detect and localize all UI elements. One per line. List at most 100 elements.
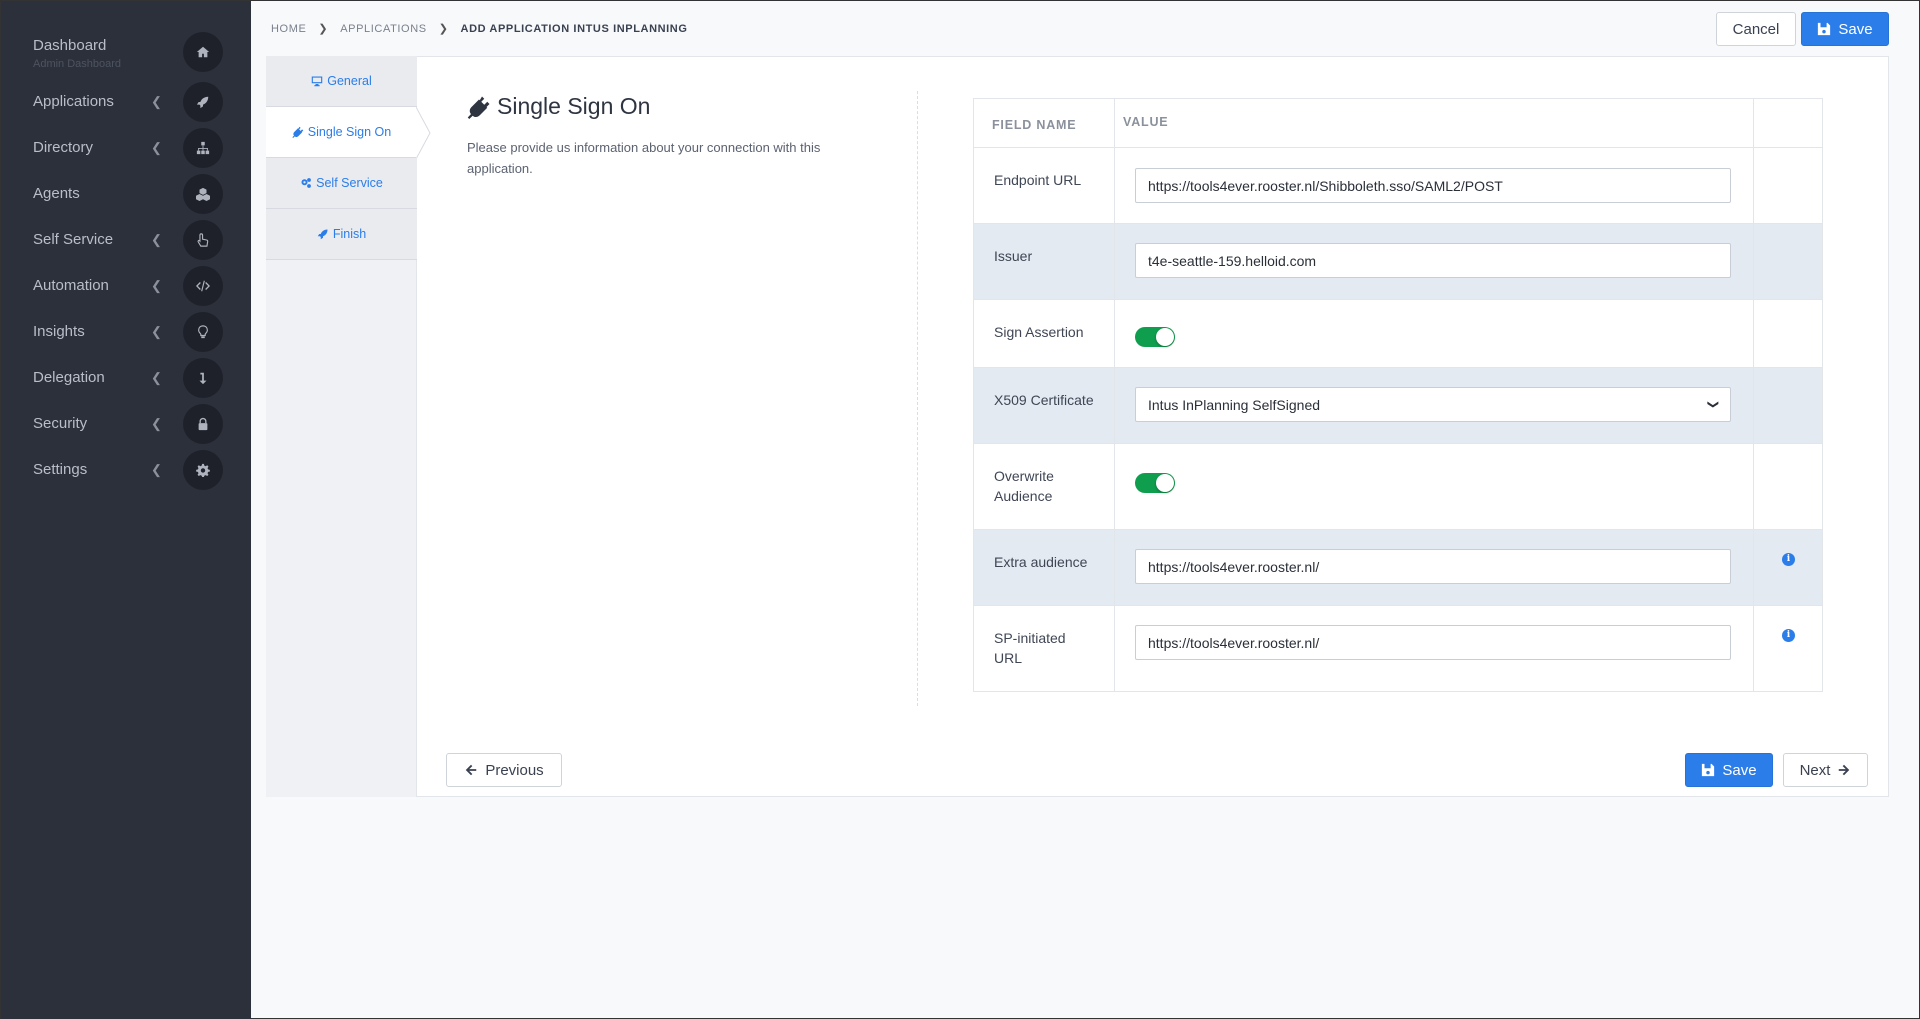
hand-pointer-icon [183, 220, 223, 260]
chevron-left-icon: ❮ [151, 370, 162, 385]
column-header-value: VALUE [1123, 115, 1169, 129]
info-icon[interactable]: i [1782, 629, 1795, 642]
table-row-x509-certificate: X509 Certificate Intus InPlanning SelfSi… [974, 367, 1822, 443]
overwrite-audience-toggle[interactable] [1135, 473, 1175, 493]
section-title: Single Sign On [467, 93, 650, 120]
x509-selected-value: Intus InPlanning SelfSigned [1148, 396, 1321, 413]
sidebar-item-directory[interactable]: Directory ❮ [1, 125, 251, 171]
sitemap-icon [183, 128, 223, 168]
breadcrumb: HOME ❯ APPLICATIONS ❯ ADD APPLICATION IN… [271, 22, 688, 36]
header-cell-extra [1754, 99, 1824, 147]
x509-certificate-select[interactable]: Intus InPlanning SelfSigned ❯ [1135, 387, 1731, 422]
value-cell: https://tools4ever.rooster.nl/ [1115, 530, 1754, 605]
level-down-icon [183, 358, 223, 398]
breadcrumb-home[interactable]: HOME [271, 23, 306, 35]
sidebar-item-dashboard[interactable]: Dashboard Admin Dashboard [1, 29, 251, 75]
step-label: Self Service [316, 176, 383, 190]
sidebar-item-label: Agents [33, 185, 80, 202]
header-cell-field: FIELD NAME [974, 99, 1115, 147]
step-finish[interactable]: Finish [266, 209, 417, 260]
save-button-label: Save [1838, 20, 1873, 38]
value-cell: t4e-seattle-159.helloid.com [1115, 224, 1754, 299]
extra-audience-input[interactable]: https://tools4ever.rooster.nl/ [1135, 549, 1731, 584]
sidebar-item-insights[interactable]: Insights ❮ [1, 309, 251, 355]
step-general[interactable]: General [266, 56, 417, 107]
chevron-left-icon: ❮ [151, 462, 162, 477]
arrow-right-icon [1839, 764, 1850, 776]
sidebar-item-automation[interactable]: Automation ❮ [1, 263, 251, 309]
plug-icon [467, 96, 490, 119]
sidebar-item-applications[interactable]: Applications ❮ [1, 79, 251, 125]
cogs-icon [301, 178, 312, 188]
extra-cell [1754, 148, 1824, 223]
sidebar-item-label: Delegation [33, 369, 105, 386]
table-row-extra-audience: Extra audience https://tools4ever.rooste… [974, 529, 1822, 605]
table-row-overwrite-audience: Overwrite Audience [974, 443, 1822, 529]
sidebar-item-label: Self Service [33, 231, 114, 248]
extra-cell [1754, 224, 1824, 299]
value-cell [1115, 444, 1754, 529]
sidebar-item-label: Automation [33, 277, 109, 294]
extra-cell [1754, 444, 1824, 529]
info-icon[interactable]: i [1782, 553, 1795, 566]
previous-button[interactable]: Previous [446, 753, 562, 787]
active-step-arrow [416, 107, 431, 159]
next-button[interactable]: Next [1783, 753, 1868, 787]
table-row-sign-assertion: Sign Assertion [974, 299, 1822, 367]
chevron-left-icon: ❮ [151, 416, 162, 431]
cancel-button-label: Cancel [1732, 20, 1780, 38]
endpoint-url-input[interactable]: https://tools4ever.rooster.nl/Shibboleth… [1135, 168, 1731, 203]
sidebar-item-label: Applications [33, 93, 114, 110]
sign-assertion-toggle[interactable] [1135, 327, 1175, 347]
step-single-sign-on[interactable]: Single Sign On [266, 107, 417, 158]
sso-fields-table: FIELD NAME VALUE Endpoint URL https://to… [973, 98, 1823, 692]
sidebar-item-agents[interactable]: Agents [1, 171, 251, 217]
sidebar-item-security[interactable]: Security ❮ [1, 401, 251, 447]
value-cell: Intus InPlanning SelfSigned ❯ [1115, 368, 1754, 443]
step-self-service[interactable]: Self Service [266, 158, 417, 209]
cog-icon [183, 450, 223, 490]
previous-button-label: Previous [485, 761, 544, 779]
table-header-row: FIELD NAME VALUE [974, 99, 1822, 147]
section-title-text: Single Sign On [497, 93, 651, 119]
column-header-field-name: FIELD NAME [992, 118, 1077, 132]
rocket-icon [183, 82, 223, 122]
cancel-button[interactable]: Cancel [1716, 12, 1796, 46]
sidebar-item-delegation[interactable]: Delegation ❮ [1, 355, 251, 401]
extra-cell [1754, 300, 1824, 367]
lock-icon [183, 404, 223, 444]
table-row-issuer: Issuer t4e-seattle-159.helloid.com [974, 223, 1822, 299]
sidebar-item-self-service[interactable]: Self Service ❮ [1, 217, 251, 263]
sidebar-item-settings[interactable]: Settings ❮ [1, 447, 251, 493]
plug-icon [292, 126, 304, 138]
table-row-sp-initiated-url: SP-initiated URL https://tools4ever.roos… [974, 605, 1822, 691]
chevron-right-icon: ❯ [318, 23, 329, 35]
sidebar-item-label: Insights [33, 323, 85, 340]
save-button-top[interactable]: Save [1801, 12, 1889, 46]
issuer-input[interactable]: t4e-seattle-159.helloid.com [1135, 243, 1731, 278]
value-cell: https://tools4ever.rooster.nl/Shibboleth… [1115, 148, 1754, 223]
chevron-left-icon: ❮ [151, 94, 162, 109]
sp-initiated-url-input[interactable]: https://tools4ever.rooster.nl/ [1135, 625, 1731, 660]
save-button-bottom[interactable]: Save [1685, 753, 1773, 787]
sidebar-item-label: Dashboard [33, 37, 107, 54]
value-cell [1115, 300, 1754, 367]
step-label: Single Sign On [307, 125, 392, 139]
table-row-endpoint-url: Endpoint URL https://tools4ever.rooster.… [974, 147, 1822, 223]
rocket-icon [317, 229, 328, 240]
chevron-left-icon: ❮ [151, 232, 162, 247]
extra-cell: i [1754, 530, 1824, 605]
next-button-label: Next [1799, 761, 1831, 779]
field-name-sp-initiated: SP-initiated URL [974, 606, 1115, 691]
breadcrumb-applications[interactable]: APPLICATIONS [340, 23, 426, 35]
sidebar-item-label: Security [33, 415, 88, 432]
lightbulb-icon [183, 312, 223, 352]
step-label: Finish [332, 227, 367, 241]
field-name-x509: X509 Certificate [974, 368, 1115, 443]
save-button-label: Save [1722, 761, 1757, 779]
cubes-icon [183, 174, 223, 214]
extra-cell: i [1754, 606, 1824, 691]
sidebar-item-label: Settings [33, 461, 88, 478]
code-icon [183, 266, 223, 306]
field-name-overwrite-audience: Overwrite Audience [974, 444, 1115, 529]
